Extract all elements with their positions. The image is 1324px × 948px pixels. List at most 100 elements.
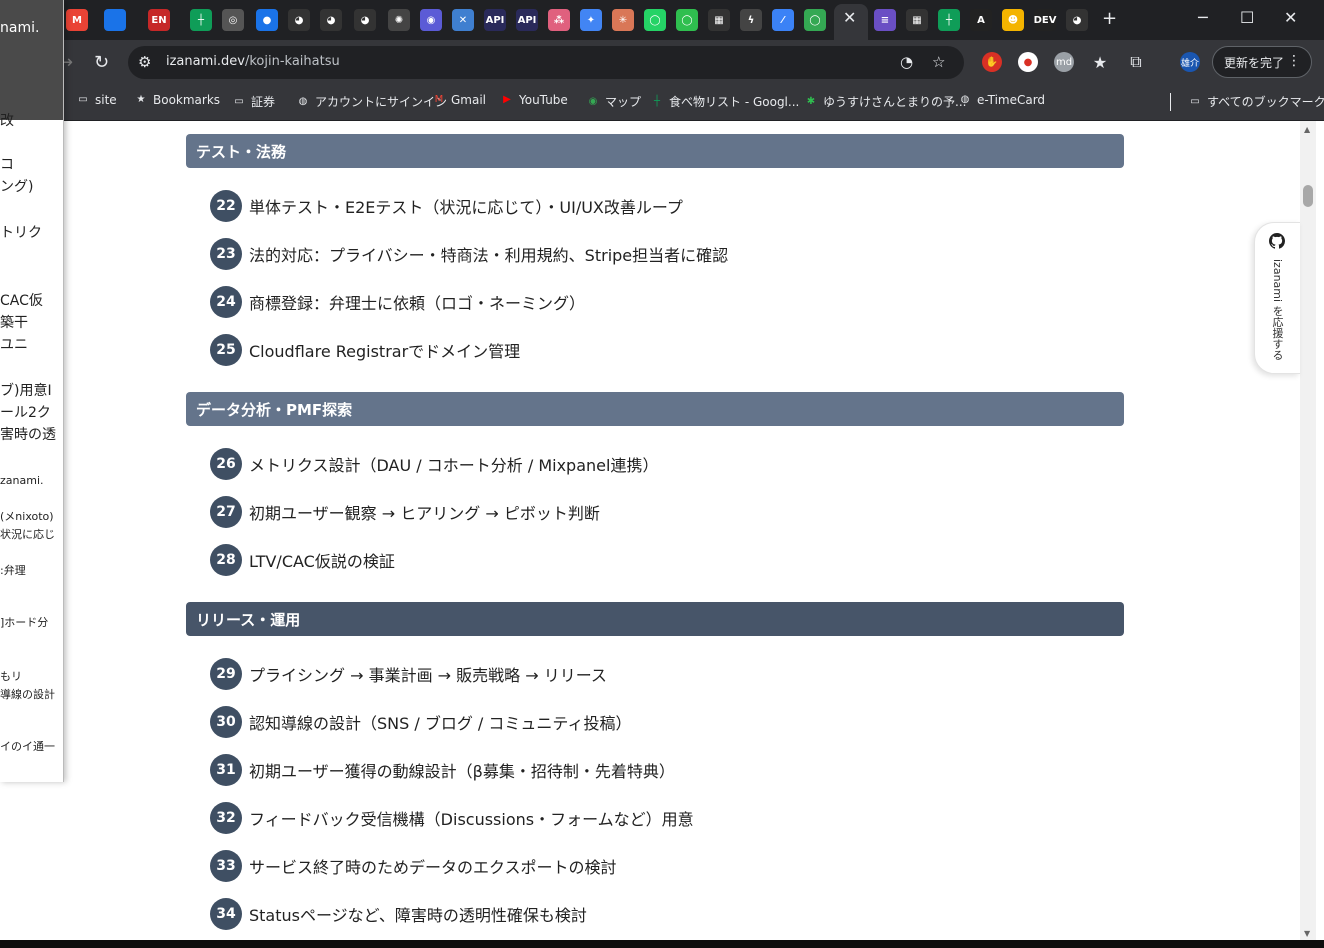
task-number-badge: 23 xyxy=(210,238,242,270)
tab-favicon-icon[interactable]: ϟ xyxy=(740,9,762,31)
bookmark-item[interactable]: ★ Bookmarks xyxy=(134,93,221,107)
ext-markdown-icon[interactable]: md xyxy=(1054,52,1074,72)
tab-favicon-icon[interactable]: API xyxy=(484,9,506,31)
tab-favicon-icon[interactable]: ◎ xyxy=(222,9,244,31)
tab-favicon-icon[interactable]: ⁄ xyxy=(772,9,794,31)
tab-close-icon[interactable]: ✕ xyxy=(843,8,856,27)
bookmark-item[interactable]: ◍ アカウントにサインイン xyxy=(296,93,447,110)
tab-favicon-icon[interactable]: ● xyxy=(256,9,278,31)
scroll-down-icon[interactable]: ▼ xyxy=(1304,929,1310,938)
ext-star-icon[interactable]: ★ xyxy=(1090,52,1110,72)
task-number-badge: 33 xyxy=(210,850,242,882)
section-header: リリース・運用 xyxy=(186,602,1124,636)
new-tab-button[interactable]: + xyxy=(1102,8,1117,29)
page-content: テスト・法務 22 単体テスト・E2Eテスト（状況に応じて）・UI/UX改善ループ 2… xyxy=(0,121,1300,940)
bookmark-item[interactable]: ◍ e-TimeCard xyxy=(958,93,1045,107)
tab-favicon-icon[interactable]: ◉ xyxy=(420,9,442,31)
overlay-text-line: ]ホード分 xyxy=(0,616,49,629)
tab-favicon-icon[interactable]: ≡ xyxy=(874,9,896,31)
star-icon: ★ xyxy=(136,94,146,105)
window-minimize-icon[interactable]: ─ xyxy=(1198,8,1208,27)
update-button[interactable]: 更新を完了 ⋮ xyxy=(1212,46,1312,78)
url-host: izanami.dev xyxy=(166,54,245,69)
bookmark-star-icon[interactable]: ☆ xyxy=(932,53,945,71)
tab-favicon-icon[interactable]: ✦ xyxy=(580,9,602,31)
tab-favicon-icon[interactable]: ⁂ xyxy=(548,9,570,31)
tab-favicon-icon[interactable]: ✕ xyxy=(452,9,474,31)
bookmark-label: すべてのブックマーク xyxy=(1207,95,1324,109)
tab-favicon-icon[interactable]: DEV xyxy=(1034,9,1056,31)
github-support-tab[interactable]: izanami を応援する xyxy=(1254,222,1300,374)
bookmark-item[interactable]: ◉ マップ xyxy=(586,93,641,110)
bookmark-label: Gmail xyxy=(451,93,487,107)
sheets-icon: ┼ xyxy=(653,95,661,107)
task-number-badge: 22 xyxy=(210,190,242,222)
tab-favicon-icon[interactable]: ◕ xyxy=(1066,9,1088,31)
bookmark-item[interactable]: ▭ 証券 xyxy=(232,93,275,110)
task-item: 23 法的対応：プライバシー・特商法・利用規約、Stripe担当者に確認 xyxy=(210,238,728,270)
tab-favicon-icon[interactable]: ✳ xyxy=(612,9,634,31)
task-item: 34 Statusページなど、障害時の透明性確保も検討 xyxy=(210,898,587,930)
tab-favicon-icon[interactable]: ◯ xyxy=(644,9,666,31)
tab-favicon-icon[interactable]: A xyxy=(970,9,992,31)
tab-favicon-icon[interactable]: ◯ xyxy=(676,9,698,31)
url-text[interactable]: izanami.dev/kojin-kaihatsu xyxy=(166,54,340,69)
tab-favicon-icon[interactable]: ┼ xyxy=(938,9,960,31)
browser-toolbar: ← → ↻ ⚙ izanami.dev/kojin-kaihatsu ◔ ☆ ✋… xyxy=(0,40,1324,85)
bookmark-item[interactable]: M Gmail xyxy=(432,93,486,107)
ext-record-icon[interactable]: ● xyxy=(1018,52,1038,72)
window-close-icon[interactable]: ✕ xyxy=(1284,8,1297,27)
tab-favicon-icon[interactable]: ▦ xyxy=(708,9,730,31)
task-number-badge: 27 xyxy=(210,496,242,528)
bookmark-item[interactable]: ┼ 食べ物リスト - Googl... xyxy=(650,93,799,110)
overlay-titlebar xyxy=(0,0,63,120)
task-item: 33 サービス終了時のためデータのエクスポートの検討 xyxy=(210,850,617,882)
address-bar[interactable]: ⚙ izanami.dev/kojin-kaihatsu ◔ ☆ xyxy=(128,46,964,79)
reload-icon[interactable]: ↻ xyxy=(94,52,109,73)
bookmark-item[interactable]: ✱ ゆうすけさんとまりの予... xyxy=(804,93,967,110)
task-text: メトリクス設計（DAU / コホート分析 / Mixpanel連携） xyxy=(249,456,659,475)
tab-favicon-icon[interactable]: M xyxy=(66,9,88,31)
task-text: 初期ユーザー獲得の動線設計（β募集・招待制・先着特典） xyxy=(249,762,675,781)
bookmark-item[interactable]: ▭ site xyxy=(76,93,116,107)
maps-icon: ◉ xyxy=(588,95,598,107)
overlay-text-line: 改 xyxy=(0,113,14,129)
ext-adblock-icon[interactable]: ✋ xyxy=(982,52,1002,72)
tab-favicon-icon[interactable]: ◕ xyxy=(320,9,342,31)
bookmark-label: ゆうすけさんとまりの予... xyxy=(823,95,967,109)
tab-favicon-icon[interactable]: ▦ xyxy=(906,9,928,31)
tab-favicon-icon[interactable]: EN xyxy=(148,9,170,31)
tab-favicon-icon[interactable]: ◯ xyxy=(804,9,826,31)
profile-avatar[interactable]: 雄介 xyxy=(1180,52,1200,72)
scroll-thumb[interactable] xyxy=(1303,185,1313,207)
github-icon xyxy=(1269,233,1285,249)
tab-favicon-icon[interactable] xyxy=(104,9,126,31)
task-number-badge: 26 xyxy=(210,448,242,480)
bookmark-label: 証券 xyxy=(251,95,276,109)
overlay-text-line: トリク xyxy=(0,225,42,241)
task-text: 法的対応：プライバシー・特商法・利用規約、Stripe担当者に確認 xyxy=(249,246,729,265)
scrollbar[interactable]: ▲ ▼ xyxy=(1300,121,1316,940)
task-item: 26 メトリクス設計（DAU / コホート分析 / Mixpanel連携） xyxy=(210,448,658,480)
bookmark-item[interactable]: ▶ YouTube xyxy=(500,93,568,107)
menu-kebab-icon[interactable]: ⋮ xyxy=(1287,53,1301,69)
task-text: フィードバック受信機構（Discussions・フォームなど）用意 xyxy=(249,810,694,829)
extensions-icon[interactable]: ⧉ xyxy=(1126,52,1146,72)
overlay-text-line: もリ xyxy=(0,670,22,683)
tab-favicon-icon[interactable]: API xyxy=(516,9,538,31)
tab-favicon-icon[interactable]: ◕ xyxy=(288,9,310,31)
bookmarks-divider xyxy=(1170,93,1171,111)
overlay-text-line: ユニ xyxy=(0,337,28,353)
bookmark-label: アカウントにサインイン xyxy=(315,95,448,109)
tab-favicon-icon[interactable]: ┼ xyxy=(190,9,212,31)
performance-icon[interactable]: ◔ xyxy=(900,53,913,71)
overlay-text-line: :弁理 xyxy=(0,564,26,577)
window-maximize-icon[interactable]: ☐ xyxy=(1240,8,1254,27)
bookmark-item[interactable]: ▭ すべてのブックマーク xyxy=(1188,93,1324,110)
tab-favicon-icon[interactable]: ◕ xyxy=(354,9,376,31)
tab-favicon-icon[interactable]: ☻ xyxy=(1002,9,1024,31)
task-item: 30 認知導線の設計（SNS / ブログ / コミュニティ投稿） xyxy=(210,706,631,738)
tab-favicon-icon[interactable]: ✺ xyxy=(388,9,410,31)
scroll-up-icon[interactable]: ▲ xyxy=(1304,125,1310,134)
site-settings-icon[interactable]: ⚙ xyxy=(138,53,151,71)
